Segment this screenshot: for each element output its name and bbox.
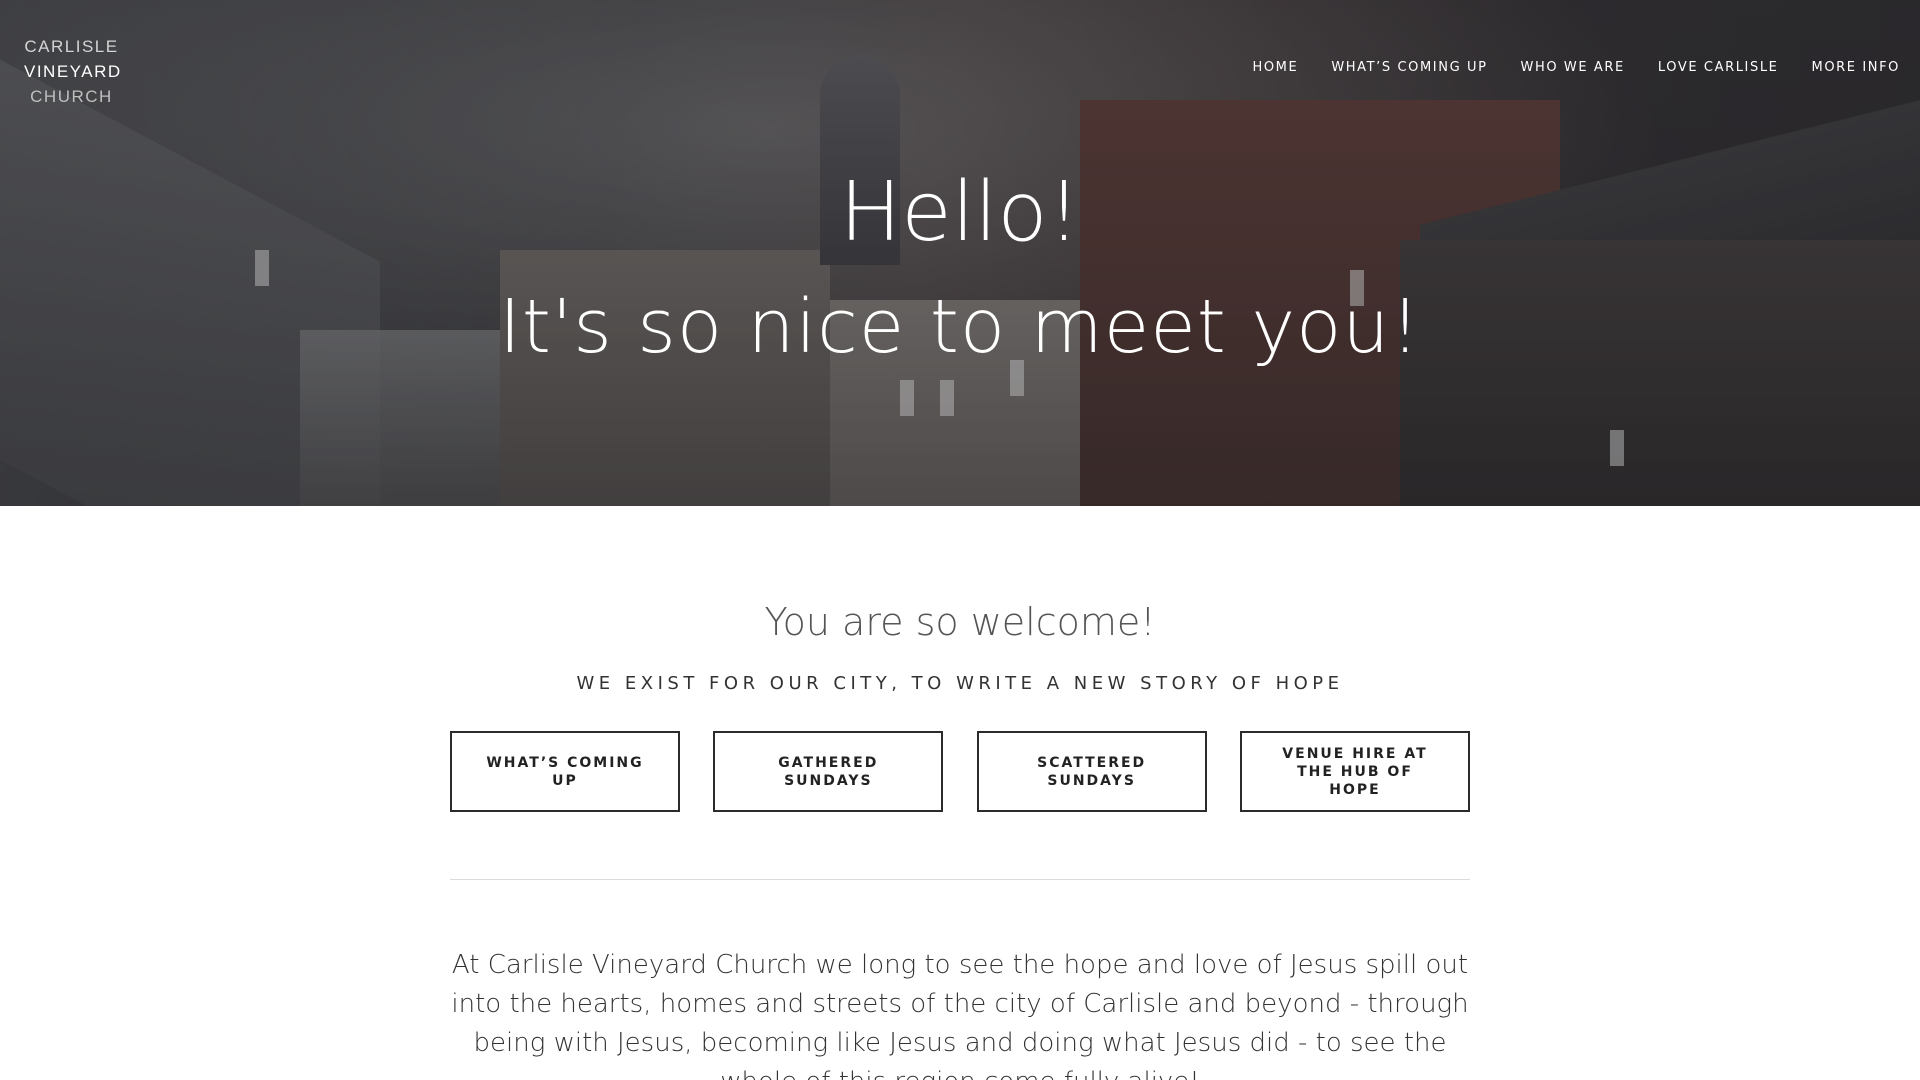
nav-item-love-carlisle[interactable]: LOVE CARLISLE xyxy=(1658,60,1779,75)
nav-item-home[interactable]: HOME xyxy=(1252,60,1298,75)
hero-subtitle: It's so nice to meet you! xyxy=(499,284,1421,370)
whats-coming-up-button[interactable]: WHAT’S COMING UP xyxy=(450,731,680,812)
intro-paragraph: At Carlisle Vineyard Church we long to s… xyxy=(451,950,1469,1080)
logo-line-vineyard: VINEYARD xyxy=(24,62,122,81)
welcome-heading: You are so welcome! xyxy=(764,600,1156,644)
tagline: WE EXIST FOR OUR CITY, TO WRITE A NEW ST… xyxy=(576,673,1344,694)
gathered-sundays-button[interactable]: GATHERED SUNDAYS xyxy=(713,731,944,812)
site-logo[interactable]: CARLISLE VINEYARD CHURCH xyxy=(24,34,122,109)
scattered-sundays-button[interactable]: SCATTERED SUNDAYS xyxy=(976,731,1207,812)
logo-line-church: CHURCH xyxy=(30,87,113,106)
logo-line-carlisle: CARLISLE xyxy=(24,37,119,56)
hero-title: Hello! xyxy=(839,165,1081,260)
nav-item-who-we-are[interactable]: WHO WE ARE xyxy=(1521,60,1625,75)
hero-banner: CARLISLE VINEYARD CHURCH HOME WHAT’S COM… xyxy=(0,0,1920,506)
quick-links: WHAT’S COMING UP GATHERED SUNDAYS SCATTE… xyxy=(450,731,1470,812)
venue-hire-button[interactable]: VENUE HIRE AT THE HUB OF HOPE xyxy=(1239,731,1470,812)
main-nav: HOME WHAT’S COMING UP WHO WE ARE LOVE CA… xyxy=(1219,60,1900,75)
nav-item-whats-coming-up[interactable]: WHAT’S COMING UP xyxy=(1331,60,1487,75)
section-divider xyxy=(450,879,1470,880)
nav-item-more-info[interactable]: MORE INFO xyxy=(1812,60,1901,75)
